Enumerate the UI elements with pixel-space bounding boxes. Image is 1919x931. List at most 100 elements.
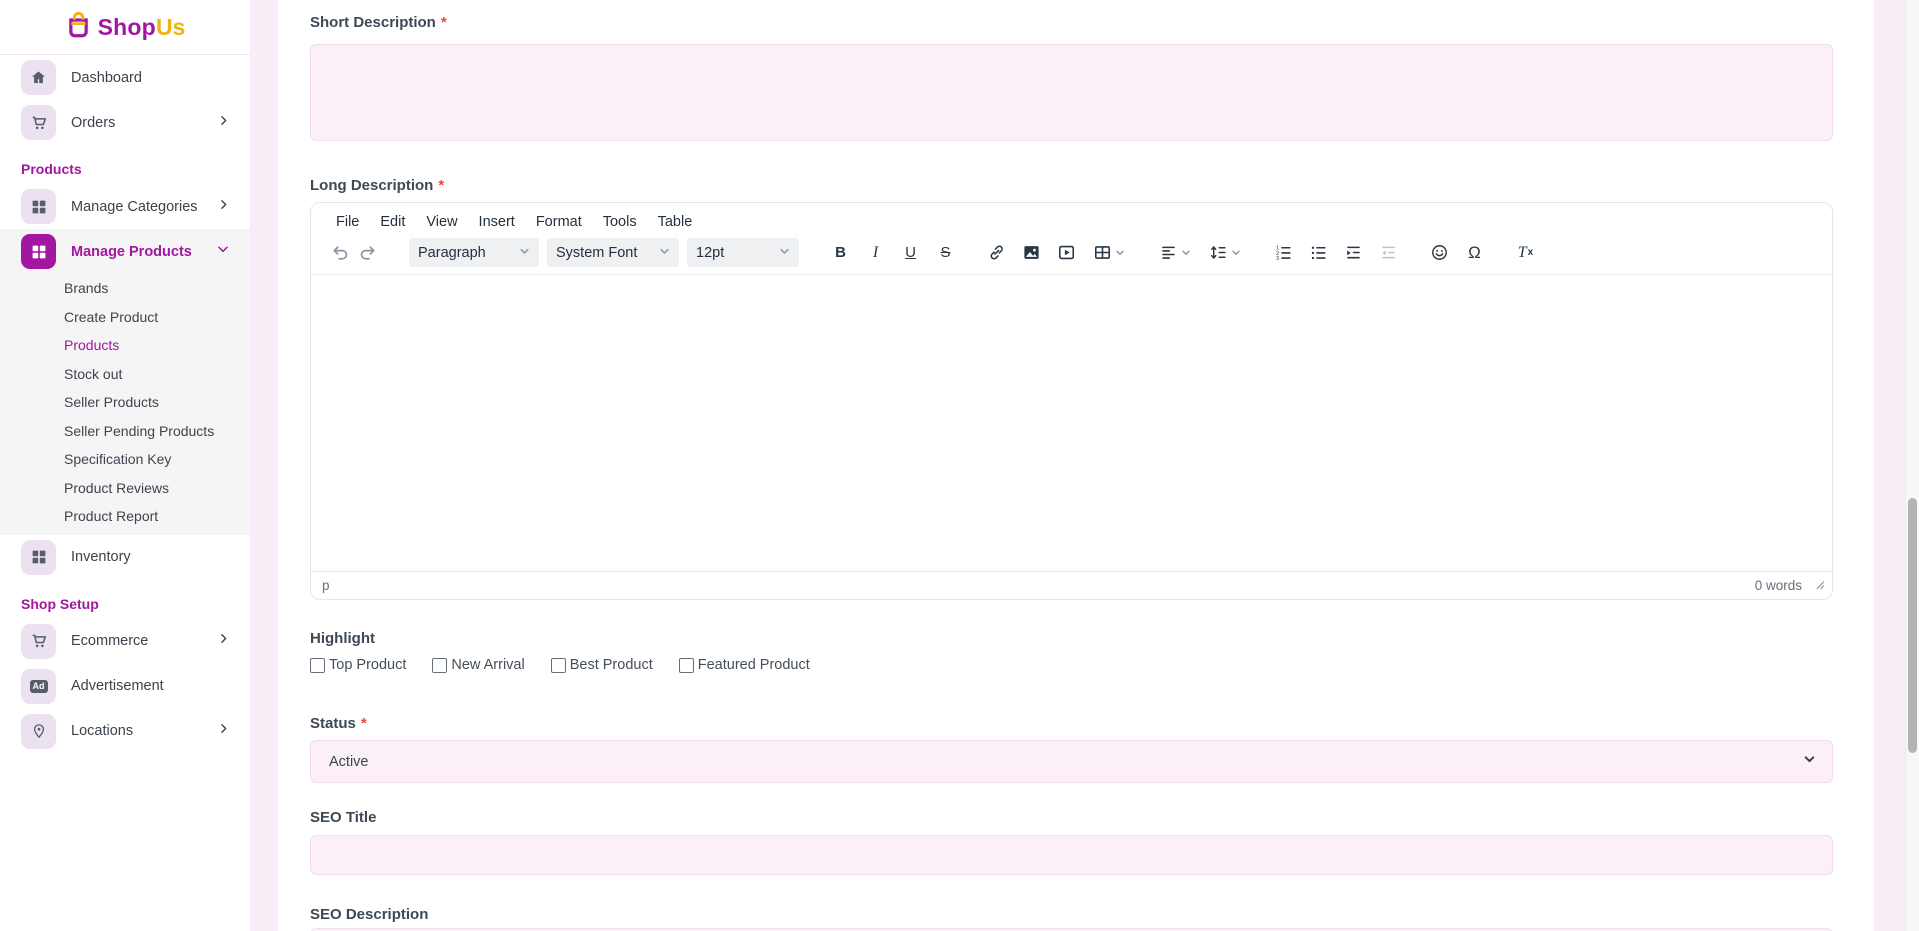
- undo-button[interactable]: [327, 238, 354, 267]
- special-character-button[interactable]: Ω: [1461, 238, 1488, 267]
- sidebar-item-advertisement[interactable]: Ad Advertisement: [0, 664, 250, 709]
- bold-button[interactable]: B: [827, 238, 854, 267]
- sidebar-subitem-products[interactable]: Products: [0, 331, 250, 360]
- home-icon: [21, 60, 56, 95]
- chevron-right-icon: [217, 632, 230, 650]
- align-button[interactable]: [1154, 238, 1196, 267]
- seo-description-label: SEO Description: [310, 906, 1833, 924]
- page-scrollbar[interactable]: [1905, 0, 1919, 931]
- sidebar-item-manage-products[interactable]: Manage Products: [0, 229, 250, 274]
- bullet-list-button[interactable]: [1305, 238, 1332, 267]
- redo-button[interactable]: [354, 238, 381, 267]
- product-form: Short Description* Long Description* Fil…: [278, 0, 1874, 931]
- sidebar-subitem-stock-out[interactable]: Stock out: [0, 360, 250, 389]
- emoji-button[interactable]: [1426, 238, 1453, 267]
- sidebar-item-label: Dashboard: [71, 70, 230, 86]
- font-size-select[interactable]: 12pt: [687, 238, 799, 267]
- location-pin-icon: [21, 714, 56, 749]
- sidebar-item-dashboard[interactable]: Dashboard: [0, 55, 250, 100]
- sidebar-subitem-product-reviews[interactable]: Product Reviews: [0, 474, 250, 503]
- block-format-select[interactable]: Paragraph: [409, 238, 539, 267]
- chevron-down-icon: [779, 245, 790, 261]
- checkbox-top-product[interactable]: Top Product: [310, 657, 406, 673]
- sidebar-item-manage-categories[interactable]: Manage Categories: [0, 184, 250, 229]
- sidebar-heading-shop-setup: Shop Setup: [0, 580, 250, 619]
- sidebar-item-label: Advertisement: [71, 678, 230, 694]
- ordered-list-button[interactable]: 123: [1270, 238, 1297, 267]
- new-arrival-checkbox[interactable]: [432, 658, 447, 673]
- chevron-down-icon: [216, 242, 230, 261]
- sidebar-subitem-product-report[interactable]: Product Report: [0, 502, 250, 531]
- highlight-label: Highlight: [310, 630, 1833, 648]
- editor-menubar: File Edit View Insert Format Tools Table: [311, 203, 1832, 234]
- sidebar-subitem-specification-key[interactable]: Specification Key: [0, 445, 250, 474]
- sidebar-item-label: Orders: [71, 115, 217, 131]
- line-height-button[interactable]: [1204, 238, 1246, 267]
- grid-icon: [21, 540, 56, 575]
- sidebar-item-orders[interactable]: Orders: [0, 100, 250, 145]
- required-asterisk: *: [441, 14, 447, 32]
- sidebar-item-inventory[interactable]: Inventory: [0, 535, 250, 580]
- chevron-down-icon: [1181, 248, 1191, 258]
- editor-content-area[interactable]: [311, 275, 1832, 571]
- clear-formatting-button[interactable]: Tx: [1512, 238, 1539, 267]
- sidebar-subitem-brands[interactable]: Brands: [0, 274, 250, 303]
- grid-icon: [21, 234, 56, 269]
- outdent-button[interactable]: [1375, 238, 1402, 267]
- resize-handle-icon[interactable]: [1814, 578, 1825, 593]
- sidebar-item-label: Inventory: [71, 549, 230, 565]
- sidebar-subitem-create-product[interactable]: Create Product: [0, 303, 250, 332]
- sidebar: ShopUs Dashboard Orders Products Manage …: [0, 0, 250, 931]
- status-select-value: Active: [329, 754, 369, 770]
- sidebar-item-ecommerce[interactable]: Ecommerce: [0, 619, 250, 664]
- menu-view[interactable]: View: [417, 211, 466, 233]
- link-button[interactable]: [983, 238, 1010, 267]
- menu-table[interactable]: Table: [649, 211, 702, 233]
- sidebar-subitem-seller-pending-products[interactable]: Seller Pending Products: [0, 417, 250, 446]
- menu-tools[interactable]: Tools: [594, 211, 646, 233]
- logo[interactable]: ShopUs: [0, 0, 250, 55]
- menu-edit[interactable]: Edit: [371, 211, 414, 233]
- element-path[interactable]: p: [322, 578, 1755, 593]
- sidebar-item-label: Manage Products: [71, 244, 216, 260]
- insert-media-button[interactable]: [1053, 238, 1080, 267]
- chevron-down-icon: [1231, 248, 1241, 258]
- logo-text-us: Us: [156, 14, 185, 40]
- featured-product-checkbox[interactable]: [679, 658, 694, 673]
- cart-icon: [21, 624, 56, 659]
- checkbox-best-product[interactable]: Best Product: [551, 657, 653, 673]
- checkbox-new-arrival[interactable]: New Arrival: [432, 657, 524, 673]
- font-family-select[interactable]: System Font: [547, 238, 679, 267]
- insert-image-button[interactable]: [1018, 238, 1045, 267]
- italic-button[interactable]: I: [862, 238, 889, 267]
- table-button[interactable]: [1088, 238, 1130, 267]
- indent-button[interactable]: [1340, 238, 1367, 267]
- menu-file[interactable]: File: [327, 211, 368, 233]
- sidebar-heading-products: Products: [0, 145, 250, 184]
- status-select[interactable]: Active: [310, 740, 1833, 783]
- best-product-checkbox[interactable]: [551, 658, 566, 673]
- sidebar-item-locations[interactable]: Locations: [0, 709, 250, 754]
- sidebar-subitem-seller-products[interactable]: Seller Products: [0, 388, 250, 417]
- short-description-input[interactable]: [310, 44, 1833, 141]
- underline-button[interactable]: U: [897, 238, 924, 267]
- chevron-down-icon: [1115, 248, 1125, 258]
- seo-title-input[interactable]: [310, 835, 1833, 875]
- long-description-label: Long Description*: [310, 177, 1833, 195]
- checkbox-featured-product[interactable]: Featured Product: [679, 657, 810, 673]
- manage-products-section: Manage Products Brands Create Product Pr…: [0, 229, 250, 535]
- logo-text-shop: Shop: [98, 14, 156, 40]
- required-asterisk: *: [438, 177, 444, 195]
- scrollbar-thumb[interactable]: [1908, 498, 1917, 753]
- menu-insert[interactable]: Insert: [470, 211, 524, 233]
- long-description-editor: File Edit View Insert Format Tools Table…: [310, 202, 1833, 600]
- sidebar-item-label: Locations: [71, 723, 217, 739]
- shopus-bag-icon: [65, 10, 92, 45]
- top-product-checkbox[interactable]: [310, 658, 325, 673]
- chevron-right-icon: [217, 722, 230, 740]
- menu-format[interactable]: Format: [527, 211, 591, 233]
- strikethrough-button[interactable]: S: [932, 238, 959, 267]
- short-description-label: Short Description*: [310, 14, 1833, 32]
- sidebar-item-label: Ecommerce: [71, 633, 217, 649]
- required-asterisk: *: [361, 715, 367, 733]
